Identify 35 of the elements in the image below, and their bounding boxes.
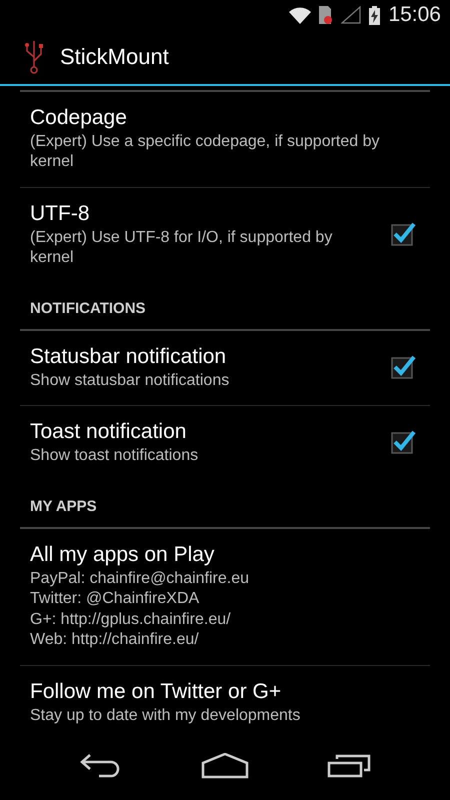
usb-icon: [24, 38, 44, 75]
preference-summary: Show toast notifications: [30, 446, 200, 466]
preference-item[interactable]: Toast notification Show toast notifications: [20, 406, 430, 481]
preference-item[interactable]: UTF-8 (Expert) Use UTF-8 for I/O, if supported by kernel: [20, 188, 430, 283]
category-header: NOTIFICATIONS: [30, 300, 146, 317]
app-title: StickMount: [60, 43, 169, 72]
battery-icon: [369, 6, 380, 24]
wifi-icon: [289, 6, 312, 24]
status-time: 15:06: [388, 2, 441, 28]
preference-summary: Stay up to date with my developments: [30, 706, 302, 726]
preference-item[interactable]: All my apps on Play PayPal: chainfire@chainfire.eu Twitter: @ChainfireXDA G+: http://gplus.chainfire.eu/ Web: http://chainfire.eu/: [20, 528, 430, 666]
preference-summary: Web: http://chainfire.eu/: [30, 630, 200, 650]
signal-icon: [341, 6, 362, 24]
preference-title: UTF-8: [30, 200, 90, 227]
checkbox[interactable]: [390, 429, 416, 456]
recent-apps-icon[interactable]: [327, 754, 371, 778]
sim-card-icon: [319, 6, 334, 24]
preference-summary: PayPal: chainfire@chainfire.eu: [30, 568, 250, 589]
preference-summary: Show statusbar notifications: [30, 370, 230, 391]
preference-title: Follow me on Twitter or G+: [30, 678, 282, 705]
preference-item[interactable]: Follow me on Twitter or G+ Stay up to date with my developments: [20, 666, 430, 740]
category-header: MY APPS: [30, 498, 97, 515]
checkbox[interactable]: [390, 221, 416, 248]
preference-summary: (Expert) Use UTF-8 for I/O, if supported by kernel: [30, 228, 334, 268]
preference-summary: (Expert) Use a specific codepage, if supported by kernel: [30, 132, 381, 172]
preference-summary: G+: http://gplus.chainfire.eu/: [30, 610, 232, 630]
preference-title: All my apps on Play: [30, 542, 216, 568]
preference-title: Codepage: [30, 104, 128, 131]
preference-item[interactable]: Statusbar notification Show statusbar notifications: [20, 330, 430, 406]
preference-title: Statusbar notification: [30, 344, 228, 370]
preference-title: Toast notification: [30, 419, 188, 446]
preference-item[interactable]: Codepage (Expert) Use a specific codepage, if supported by kernel: [20, 92, 430, 188]
home-icon[interactable]: [201, 753, 249, 780]
checkbox[interactable]: [390, 354, 416, 380]
preference-summary: Twitter: @ChainfireXDA: [30, 589, 200, 610]
